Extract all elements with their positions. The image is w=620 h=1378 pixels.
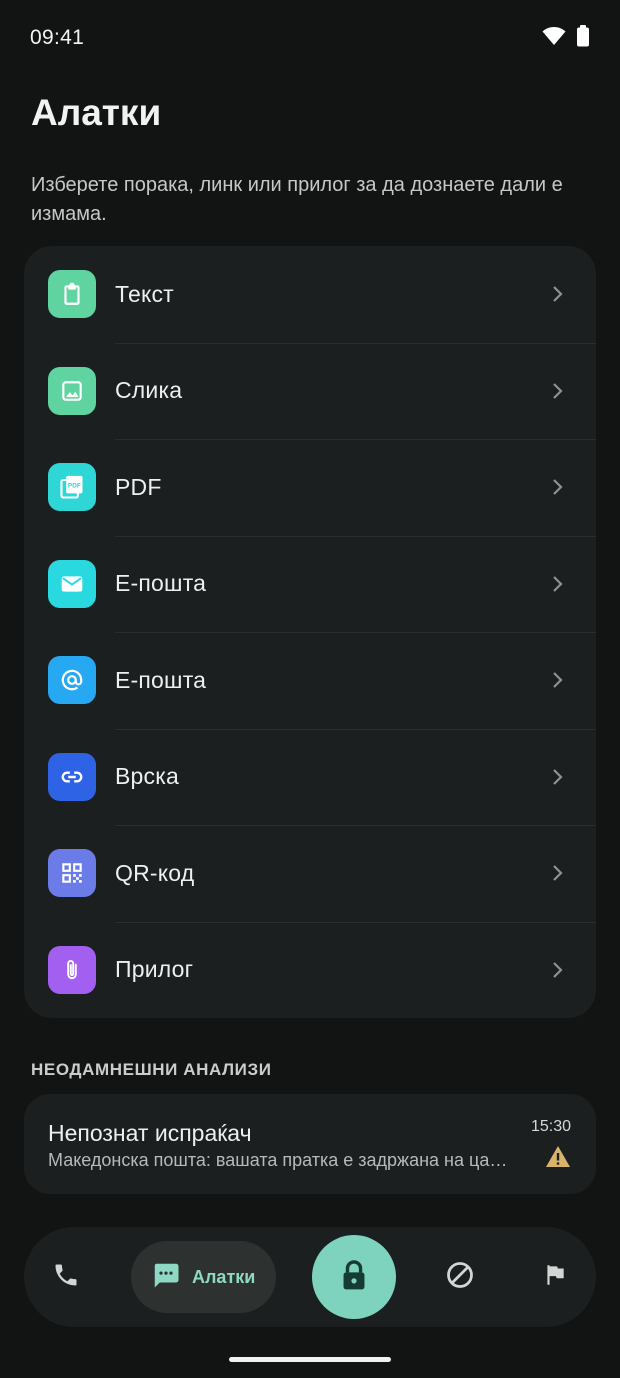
nav-blocked-button[interactable] — [436, 1253, 484, 1301]
tool-label: Прилог — [115, 956, 194, 983]
tool-row-qr-code[interactable]: QR-код — [24, 825, 596, 922]
nav-tools-tab[interactable]: Алатки — [131, 1241, 276, 1313]
pdf-icon: PDF — [48, 463, 96, 512]
message-icon — [151, 1260, 181, 1295]
svg-text:PDF: PDF — [68, 483, 81, 490]
phone-icon — [52, 1261, 80, 1294]
block-icon — [445, 1260, 475, 1295]
chevron-right-icon — [552, 961, 564, 979]
chevron-right-icon — [552, 382, 564, 400]
tool-label: Текст — [115, 280, 174, 307]
warning-icon — [545, 1145, 571, 1173]
image-icon — [48, 366, 96, 415]
chevron-right-icon — [552, 575, 564, 593]
nav-protect-button[interactable] — [312, 1235, 396, 1319]
recent-item-preview: Македонска пошта: вашата пратка е задржа… — [48, 1150, 513, 1170]
page-title: Алатки — [31, 92, 162, 133]
battery-icon — [576, 24, 590, 52]
tool-row-image[interactable]: Слика — [24, 342, 596, 440]
nav-phone-button[interactable] — [42, 1253, 90, 1301]
recent-section-header: НЕОДАМНЕШНИ АНАЛИЗИ — [31, 1060, 272, 1079]
tool-label: Е-пошта — [115, 570, 207, 597]
status-time: 09:41 — [30, 26, 85, 49]
tool-label: Слика — [115, 377, 183, 404]
qr-code-icon — [48, 849, 96, 898]
tool-row-email-address[interactable]: Е-пошта — [24, 632, 596, 729]
tool-label: PDF — [115, 473, 162, 500]
tool-row-link[interactable]: Врска — [24, 728, 596, 826]
recent-analysis-item[interactable]: Непознат испраќач Македонска пошта: ваша… — [24, 1094, 596, 1194]
flag-icon — [542, 1262, 568, 1293]
home-indicator[interactable] — [229, 1357, 391, 1362]
envelope-icon — [48, 559, 96, 608]
chevron-right-icon — [552, 478, 564, 496]
recent-item-title: Непознат испраќач — [48, 1120, 252, 1146]
tool-label: Е-пошта — [115, 666, 207, 693]
recent-item-time: 15:30 — [530, 1118, 571, 1135]
chevron-right-icon — [552, 285, 564, 303]
clipboard-icon — [48, 270, 96, 319]
tool-row-pdf[interactable]: PDF PDF — [24, 439, 596, 536]
tool-row-email[interactable]: Е-пошта — [24, 535, 596, 633]
status-icons — [542, 24, 590, 52]
nav-tools-label: Алатки — [192, 1266, 256, 1287]
tool-row-text[interactable]: Текст — [24, 246, 596, 343]
page-subtitle: Изберете порака, линк или прилог за да д… — [31, 174, 563, 225]
status-bar: 09:41 — [0, 0, 620, 76]
tool-label: QR-код — [115, 859, 195, 886]
chevron-right-icon — [552, 671, 564, 689]
wifi-icon — [542, 26, 566, 51]
paperclip-icon — [48, 945, 96, 994]
link-icon — [48, 752, 96, 801]
tool-row-attachment[interactable]: Прилог — [24, 921, 596, 1019]
tool-label: Врска — [115, 763, 179, 790]
lock-icon — [338, 1258, 370, 1297]
bottom-nav: Алатки — [24, 1227, 596, 1327]
chevron-right-icon — [552, 864, 564, 882]
tools-list: Текст Слика PDF PDF Е-пошта Е-пошта Врск… — [24, 246, 596, 1018]
nav-reports-button[interactable] — [531, 1253, 579, 1301]
chevron-right-icon — [552, 768, 564, 786]
at-sign-icon — [48, 656, 96, 705]
